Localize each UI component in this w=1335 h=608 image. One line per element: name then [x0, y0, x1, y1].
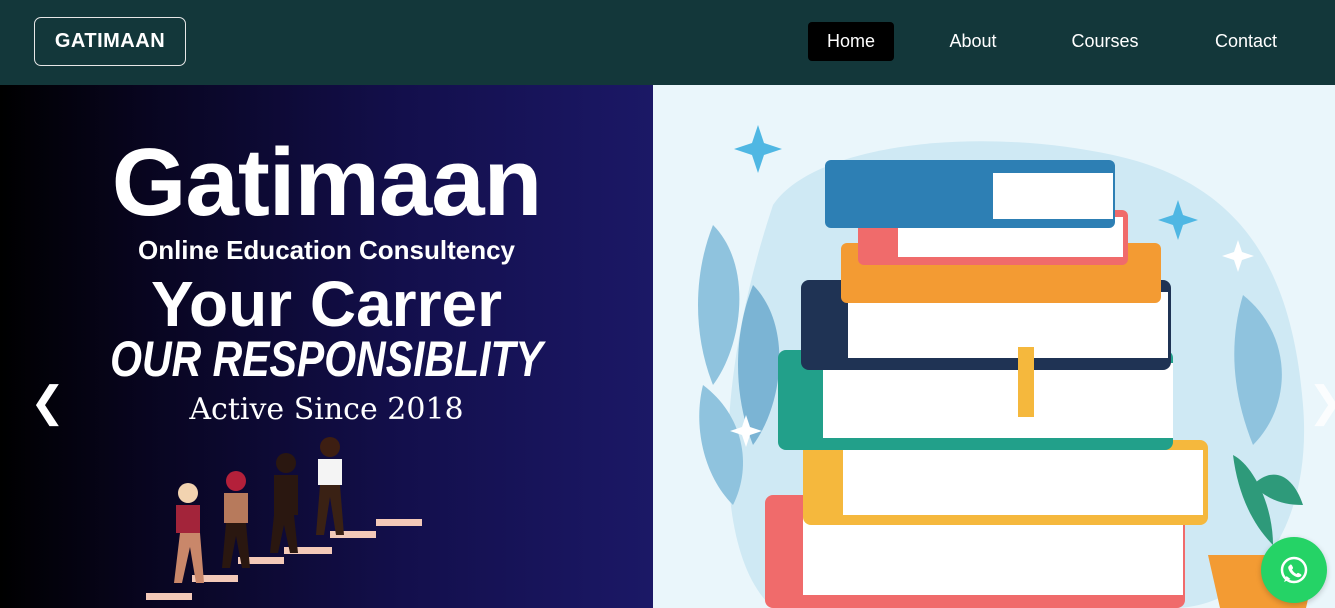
- nav-home-link[interactable]: Home: [808, 22, 894, 61]
- hero-banner-left: Gatimaan Online Education Consultency Yo…: [0, 85, 653, 608]
- whatsapp-icon: [1280, 556, 1308, 584]
- stairs-illustration: [146, 437, 422, 600]
- hero-tagline-1: Your Carrer: [151, 268, 502, 340]
- nav-about-link[interactable]: About: [930, 22, 1016, 61]
- carousel-next-arrow[interactable]: ❯: [1308, 381, 1335, 423]
- hero-title: Gatimaan: [111, 129, 542, 236]
- nav-contact-link[interactable]: Contact: [1198, 22, 1294, 61]
- hero-subtitle: Online Education Consultency: [137, 235, 516, 265]
- navbar: GATIMAAN Home About Courses Contact: [0, 0, 1335, 85]
- carousel-prev-arrow[interactable]: ❮: [30, 381, 65, 423]
- whatsapp-button[interactable]: [1261, 537, 1327, 603]
- hero-carousel: Gatimaan Online Education Consultency Yo…: [0, 85, 1335, 608]
- nav-courses-link[interactable]: Courses: [1055, 22, 1155, 61]
- brand-logo-button[interactable]: GATIMAAN: [34, 17, 186, 66]
- hero-tagline-2: OUR RESPONSIBLITY: [110, 331, 543, 387]
- hero-banner-right: [653, 85, 1335, 608]
- books-illustration: [698, 125, 1318, 608]
- hero-since: Active Since 2018: [189, 392, 464, 427]
